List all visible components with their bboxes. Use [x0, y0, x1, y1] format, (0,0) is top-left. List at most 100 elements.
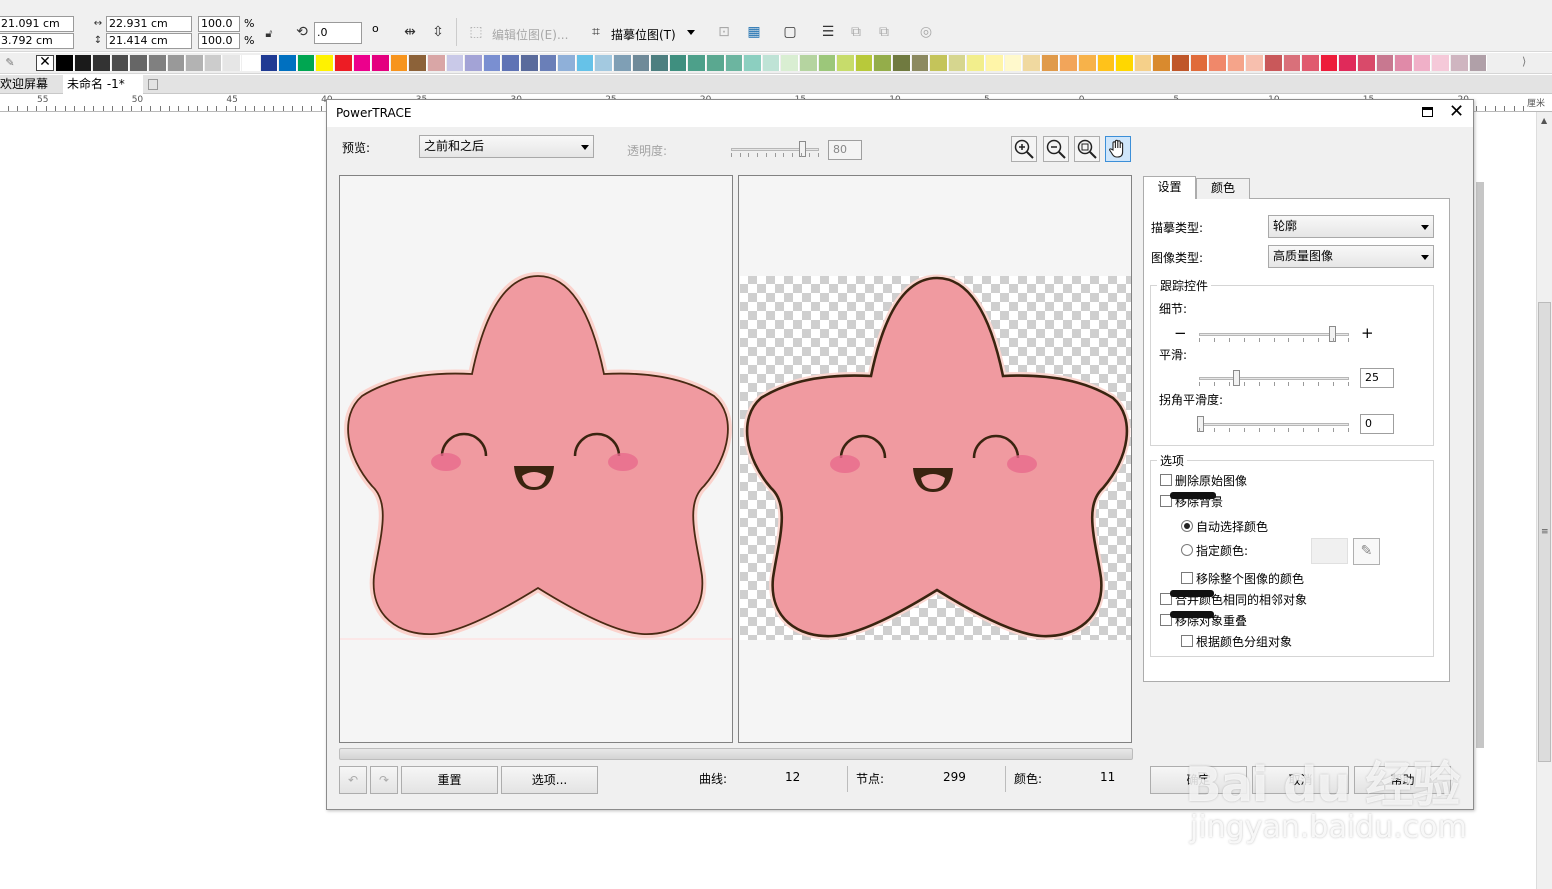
palette-swatch[interactable]: [744, 55, 762, 71]
tab-settings[interactable]: 设置: [1143, 176, 1196, 199]
eyedropper-icon[interactable]: ✎: [1353, 538, 1380, 565]
palette-swatch[interactable]: [372, 55, 390, 71]
palette-swatch[interactable]: [260, 55, 279, 71]
palette-swatch[interactable]: [390, 55, 409, 71]
palette-swatch[interactable]: [948, 55, 967, 71]
palette-swatch[interactable]: [428, 55, 446, 71]
trace-dropdown-arrow-icon[interactable]: [687, 30, 695, 35]
close-icon[interactable]: ✕: [1449, 101, 1464, 122]
palette-swatch[interactable]: [1358, 55, 1376, 71]
palette-swatch[interactable]: [558, 55, 576, 71]
palette-swatch[interactable]: [762, 55, 781, 71]
palette-swatch[interactable]: [893, 55, 911, 71]
options-button[interactable]: 选项...: [501, 766, 598, 794]
tab-colors[interactable]: 颜色: [1196, 178, 1250, 199]
rotation-field[interactable]: .0: [314, 22, 362, 44]
pan-button[interactable]: [1105, 136, 1131, 162]
palette-swatch[interactable]: [576, 55, 595, 71]
zoom-in-button[interactable]: [1011, 136, 1037, 162]
smoothing-field[interactable]: 25: [1360, 368, 1394, 388]
preview-before-pane[interactable]: [339, 175, 733, 743]
edit-bitmap-button[interactable]: 编辑位图(E)...: [492, 26, 568, 43]
palette-swatch[interactable]: [967, 55, 985, 71]
palette-swatch[interactable]: [1153, 55, 1171, 71]
palette-swatch[interactable]: [502, 55, 520, 71]
palette-swatch[interactable]: [297, 55, 316, 71]
palette-swatch[interactable]: [1246, 55, 1264, 71]
palette-swatch[interactable]: [800, 55, 818, 71]
palette-swatch[interactable]: [1376, 55, 1395, 71]
palette-swatch[interactable]: [632, 55, 651, 71]
scroll-up-icon[interactable]: ▲: [1541, 116, 1547, 125]
width-field[interactable]: 22.931 cm: [106, 16, 192, 32]
scale-x-field[interactable]: 100.0: [198, 16, 240, 32]
palette-swatch[interactable]: [669, 55, 688, 71]
redo-button[interactable]: ↷: [370, 766, 398, 794]
plus-icon[interactable]: +: [1361, 324, 1374, 342]
quick-customize-icon[interactable]: ◎: [916, 22, 936, 42]
mirror-horizontal-icon[interactable]: ⇹: [400, 22, 420, 42]
palette-swatch[interactable]: [130, 55, 148, 71]
group-icon[interactable]: ⧉: [846, 22, 866, 42]
text-wrap-icon[interactable]: ☰: [818, 22, 838, 42]
palette-swatch[interactable]: [725, 55, 744, 71]
palette-swatch[interactable]: [1190, 55, 1209, 71]
delete-original-checkbox[interactable]: [1160, 474, 1172, 486]
palette-swatch[interactable]: [1283, 55, 1302, 71]
palette-swatch[interactable]: [707, 55, 725, 71]
palette-swatch[interactable]: [651, 55, 669, 71]
palette-swatch[interactable]: [874, 55, 892, 71]
specify-color-radio[interactable]: [1181, 544, 1193, 556]
palette-swatch[interactable]: [353, 55, 372, 71]
lock-ratio-icon[interactable]: 🔓︎: [259, 24, 279, 44]
preview-hscroll[interactable]: [339, 748, 1133, 760]
corner-smoothing-field[interactable]: 0: [1360, 414, 1394, 434]
transparency-slider[interactable]: [731, 139, 819, 159]
smoothing-slider[interactable]: [1199, 368, 1349, 388]
detail-slider[interactable]: [1199, 324, 1349, 344]
palette-swatch[interactable]: [1395, 55, 1413, 71]
palette-swatch[interactable]: [1227, 55, 1246, 71]
corner-smoothing-slider[interactable]: [1197, 414, 1349, 434]
palette-swatch[interactable]: [316, 55, 334, 71]
palette-swatch[interactable]: [446, 55, 465, 71]
tab-welcome[interactable]: 欢迎屏幕: [0, 75, 52, 94]
eyedropper-icon[interactable]: ✎: [0, 53, 20, 73]
trace-bitmap-icon[interactable]: ⌗: [586, 22, 606, 42]
y-position-field[interactable]: 3.792 cm: [0, 33, 74, 49]
palette-swatch[interactable]: [56, 55, 74, 71]
palette-swatch[interactable]: [1116, 55, 1134, 71]
palette-swatch[interactable]: [1079, 55, 1097, 71]
palette-swatch[interactable]: [1320, 55, 1339, 71]
auto-color-radio[interactable]: [1181, 520, 1193, 532]
palette-swatch[interactable]: [465, 55, 483, 71]
ungroup-icon[interactable]: ⧉: [874, 22, 894, 42]
palette-swatch[interactable]: [1172, 55, 1190, 71]
zoom-fit-button[interactable]: [1074, 136, 1100, 162]
palette-swatch[interactable]: [279, 55, 297, 71]
palette-scroll-icon[interactable]: ⟩: [1522, 55, 1526, 68]
palette-swatch[interactable]: [986, 55, 1004, 71]
palette-swatch[interactable]: [1432, 55, 1450, 71]
palette-swatch[interactable]: [781, 55, 799, 71]
palette-swatch[interactable]: [204, 55, 223, 71]
maximize-icon[interactable]: [1422, 107, 1433, 117]
palette-swatch[interactable]: [1023, 55, 1041, 71]
image-type-select[interactable]: 高质量图像: [1268, 245, 1434, 268]
bitmap-bounding-icon[interactable]: ▢: [780, 22, 800, 42]
palette-swatch[interactable]: [1004, 55, 1023, 71]
palette-swatch[interactable]: [1265, 55, 1283, 71]
palette-swatch[interactable]: [1451, 55, 1469, 71]
palette-swatch[interactable]: [688, 55, 706, 71]
edit-bitmap-icon[interactable]: ⬚: [466, 22, 486, 42]
palette-swatch[interactable]: [595, 55, 613, 71]
resample-icon[interactable]: ▦: [744, 22, 764, 42]
new-tab-icon[interactable]: [148, 79, 158, 90]
palette-swatch[interactable]: [1041, 55, 1060, 71]
transparency-field[interactable]: 80: [828, 140, 862, 160]
palette-swatch[interactable]: [930, 55, 948, 71]
palette-swatch[interactable]: [1060, 55, 1078, 71]
palette-swatch[interactable]: [111, 55, 130, 71]
palette-swatch[interactable]: [483, 55, 502, 71]
palette-swatch[interactable]: [149, 55, 167, 71]
